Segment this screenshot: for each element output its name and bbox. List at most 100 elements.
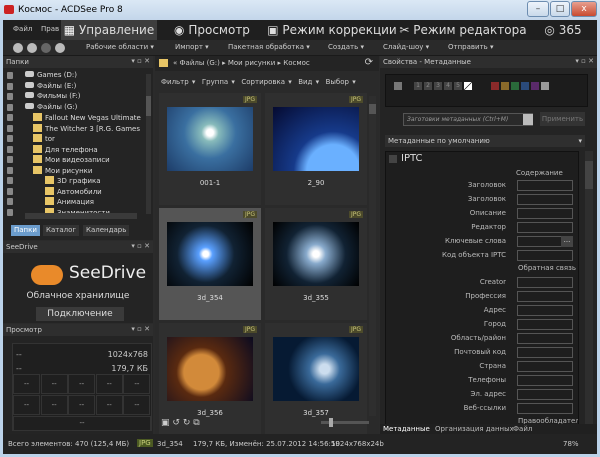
field-input[interactable] bbox=[517, 361, 573, 372]
tree-item[interactable]: 3D графика bbox=[45, 176, 101, 186]
field-input[interactable] bbox=[517, 319, 573, 330]
field-input[interactable] bbox=[517, 305, 573, 316]
create-menu[interactable]: Создать ▾ bbox=[328, 43, 364, 51]
field-input[interactable] bbox=[517, 208, 573, 219]
tree-item[interactable]: Файлы (G:) bbox=[25, 102, 77, 113]
field-input[interactable] bbox=[517, 222, 573, 233]
breadcrumb-item[interactable]: Мои рисунки bbox=[228, 59, 275, 67]
zoom-slider[interactable] bbox=[321, 418, 369, 427]
color-label-swatch[interactable] bbox=[511, 82, 519, 90]
bookmark-icon[interactable] bbox=[7, 103, 13, 111]
tree-item[interactable]: Анимация bbox=[45, 197, 94, 207]
batch-menu[interactable]: Пакетная обработка ▾ bbox=[228, 43, 310, 51]
clear-rating-icon[interactable] bbox=[464, 82, 472, 90]
mode-edit[interactable]: ✂ Режим редактора bbox=[398, 20, 528, 40]
field-input[interactable] bbox=[517, 291, 573, 302]
color-label-swatch[interactable] bbox=[501, 82, 509, 90]
select-icon[interactable]: ▣ bbox=[161, 418, 170, 428]
tab-calendar[interactable]: Календарь bbox=[83, 225, 130, 236]
connect-button[interactable]: Подключение bbox=[36, 307, 124, 321]
field-input[interactable] bbox=[517, 375, 573, 386]
slideshow-menu[interactable]: Слайд-шоу ▾ bbox=[383, 43, 429, 51]
send-menu[interactable]: Отправить ▾ bbox=[448, 43, 494, 51]
rotate-right-icon[interactable]: ↻ bbox=[183, 418, 191, 428]
maximize-button[interactable]: □ bbox=[550, 1, 570, 17]
tree-item[interactable]: Автомобили bbox=[45, 186, 102, 197]
tab-file[interactable]: Файл bbox=[513, 425, 532, 433]
rating-button[interactable]: 4 bbox=[444, 82, 452, 90]
vertical-scrollbar[interactable] bbox=[369, 96, 376, 416]
forward-icon[interactable] bbox=[41, 43, 51, 53]
vertical-scrollbar[interactable] bbox=[585, 151, 593, 431]
bookmark-icon[interactable] bbox=[7, 198, 13, 205]
mode-view[interactable]: ◉ Просмотр bbox=[158, 20, 266, 40]
panel-controls[interactable]: ▾ ▫ ✕ bbox=[575, 57, 594, 65]
panel-controls[interactable]: ▾ ▫ ✕ bbox=[131, 242, 150, 250]
thumbnail[interactable]: JPG 3d_354 bbox=[159, 208, 261, 320]
bookmark-icon[interactable] bbox=[7, 114, 13, 121]
apply-button[interactable]: Применить bbox=[540, 112, 585, 126]
bookmark-icon[interactable] bbox=[7, 145, 13, 153]
tree-item[interactable]: Файлы (E:) bbox=[25, 81, 76, 92]
sort-menu[interactable]: Сортировка ▾ bbox=[241, 78, 291, 86]
bookmark-icon[interactable] bbox=[7, 177, 13, 184]
field-input[interactable] bbox=[517, 389, 573, 400]
collapse-icon[interactable] bbox=[389, 155, 397, 163]
up-icon[interactable] bbox=[55, 43, 65, 53]
view-menu[interactable]: Вид ▾ bbox=[298, 78, 319, 86]
bookmark-icon[interactable] bbox=[7, 156, 13, 163]
field-input[interactable] bbox=[517, 333, 573, 344]
tree-item[interactable]: The Witcher 3 [R.G. Games bbox=[33, 123, 140, 134]
back-icon[interactable] bbox=[27, 43, 37, 53]
refresh-icon[interactable]: ⟳ bbox=[365, 57, 373, 68]
field-input[interactable] bbox=[517, 180, 573, 191]
import-menu[interactable]: Импорт ▾ bbox=[175, 43, 209, 51]
field-input[interactable] bbox=[517, 250, 573, 261]
rating-button[interactable]: 5 bbox=[454, 82, 462, 90]
horizontal-scrollbar[interactable] bbox=[25, 213, 137, 219]
bookmark-icon[interactable] bbox=[7, 208, 13, 216]
mode-manage[interactable]: ▦ Управление bbox=[61, 20, 157, 40]
bookmark-icon[interactable] bbox=[7, 135, 13, 142]
tag-checkbox[interactable] bbox=[394, 82, 402, 90]
thumbnail[interactable]: JPG 3d_355 bbox=[265, 208, 367, 320]
color-label-swatch[interactable] bbox=[521, 82, 529, 90]
tree-item[interactable]: Мои рисунки bbox=[33, 165, 92, 176]
bookmark-icon[interactable] bbox=[7, 72, 13, 79]
menu-file[interactable]: Файл bbox=[13, 25, 32, 33]
minimize-button[interactable]: – bbox=[527, 1, 549, 17]
chevron-down-icon[interactable] bbox=[523, 114, 533, 125]
tree-item[interactable]: Fallout New Vegas Ultimate bbox=[33, 113, 141, 123]
panel-controls[interactable]: ▾ ▫ ✕ bbox=[131, 57, 150, 65]
panel-controls[interactable]: ▾ ▫ ✕ bbox=[131, 325, 150, 333]
tree-item[interactable]: tor bbox=[33, 134, 55, 144]
field-input[interactable] bbox=[517, 277, 573, 288]
metadata-preset-select[interactable]: Заготовки метаданных (Ctrl+M) bbox=[403, 113, 533, 126]
home-icon[interactable] bbox=[13, 43, 23, 53]
bookmark-icon[interactable] bbox=[7, 124, 13, 132]
breadcrumb[interactable]: « Файлы (G:) ▸ Мои рисунки ▸ Космос bbox=[173, 59, 310, 67]
vertical-scrollbar[interactable] bbox=[146, 74, 151, 214]
field-input[interactable] bbox=[517, 347, 573, 358]
bookmark-icon[interactable] bbox=[7, 166, 13, 174]
tree-item[interactable]: Мои видеозаписи bbox=[33, 155, 110, 165]
tab-metadata[interactable]: Метаданные bbox=[383, 425, 430, 433]
tab-folders[interactable]: Папки bbox=[11, 225, 40, 236]
bookmark-icon[interactable] bbox=[7, 93, 13, 100]
thumbnail[interactable]: JPG 3d_357 bbox=[265, 323, 367, 435]
breadcrumb-item[interactable]: Космос bbox=[283, 59, 310, 67]
workspaces-menu[interactable]: Рабочие области ▾ bbox=[86, 43, 154, 51]
field-input[interactable] bbox=[517, 194, 573, 205]
metadata-view-select[interactable]: Метаданные по умолчанию ▾ bbox=[385, 135, 585, 147]
tree-item[interactable]: Games (D:) bbox=[25, 71, 77, 81]
color-label-swatch[interactable] bbox=[491, 82, 499, 90]
bookmark-icon[interactable] bbox=[7, 187, 13, 195]
color-label-swatch[interactable] bbox=[541, 82, 549, 90]
group-menu[interactable]: Группа ▾ bbox=[202, 78, 235, 86]
tree-item[interactable]: Фильмы (F:) bbox=[25, 92, 81, 102]
bookmark-icon[interactable] bbox=[7, 82, 13, 90]
compare-icon[interactable]: ⧉ bbox=[193, 418, 199, 428]
thumbnail[interactable]: JPG 2_90 bbox=[265, 93, 367, 205]
rating-button[interactable]: 3 bbox=[434, 82, 442, 90]
filter-menu[interactable]: Фильтр ▾ bbox=[161, 78, 195, 86]
